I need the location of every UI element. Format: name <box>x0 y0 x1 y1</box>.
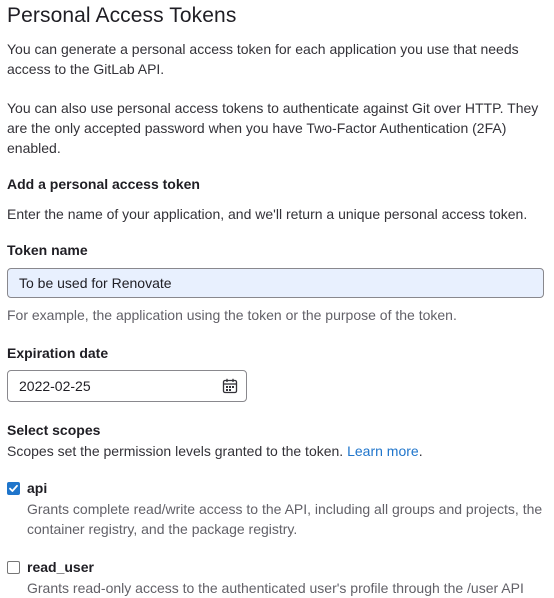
form-description: Enter the name of your application, and … <box>7 206 528 222</box>
form-heading: Add a personal access token <box>7 176 200 192</box>
scope-read-user-description: Grants read-only access to the authentic… <box>27 580 524 596</box>
scopes-help-suffix: . <box>418 443 423 459</box>
expiration-date-label: Expiration date <box>7 345 109 361</box>
scope-read-user-checkbox[interactable] <box>7 561 20 574</box>
intro-paragraph-1: You can generate a personal access token… <box>7 41 519 77</box>
select-scopes-help: Scopes set the permission levels granted… <box>7 441 547 461</box>
scope-api-name: api <box>27 480 48 496</box>
scopes-help-text: Scopes set the permission levels granted… <box>7 443 344 459</box>
select-scopes-label: Select scopes <box>7 422 101 438</box>
token-name-input[interactable]: To be used for Renovate <box>7 268 544 298</box>
page-title: Personal Access Tokens <box>7 4 237 27</box>
token-name-help: For example, the application using the t… <box>7 307 457 323</box>
scope-api-description: Grants complete read/write access to the… <box>27 501 543 537</box>
expiration-date-value: 2022-02-25 <box>19 378 91 394</box>
learn-more-link[interactable]: Learn more <box>347 443 419 459</box>
token-name-value: To be used for Renovate <box>19 275 172 291</box>
intro-paragraph-2: You can also use personal access tokens … <box>7 100 539 156</box>
checkmark-icon <box>9 484 18 492</box>
calendar-icon[interactable] <box>222 378 238 394</box>
scope-read-user-name: read_user <box>27 559 94 575</box>
token-name-label: Token name <box>7 242 88 258</box>
scope-api-checkbox[interactable] <box>7 482 20 495</box>
expiration-date-input[interactable]: 2022-02-25 <box>7 370 247 402</box>
